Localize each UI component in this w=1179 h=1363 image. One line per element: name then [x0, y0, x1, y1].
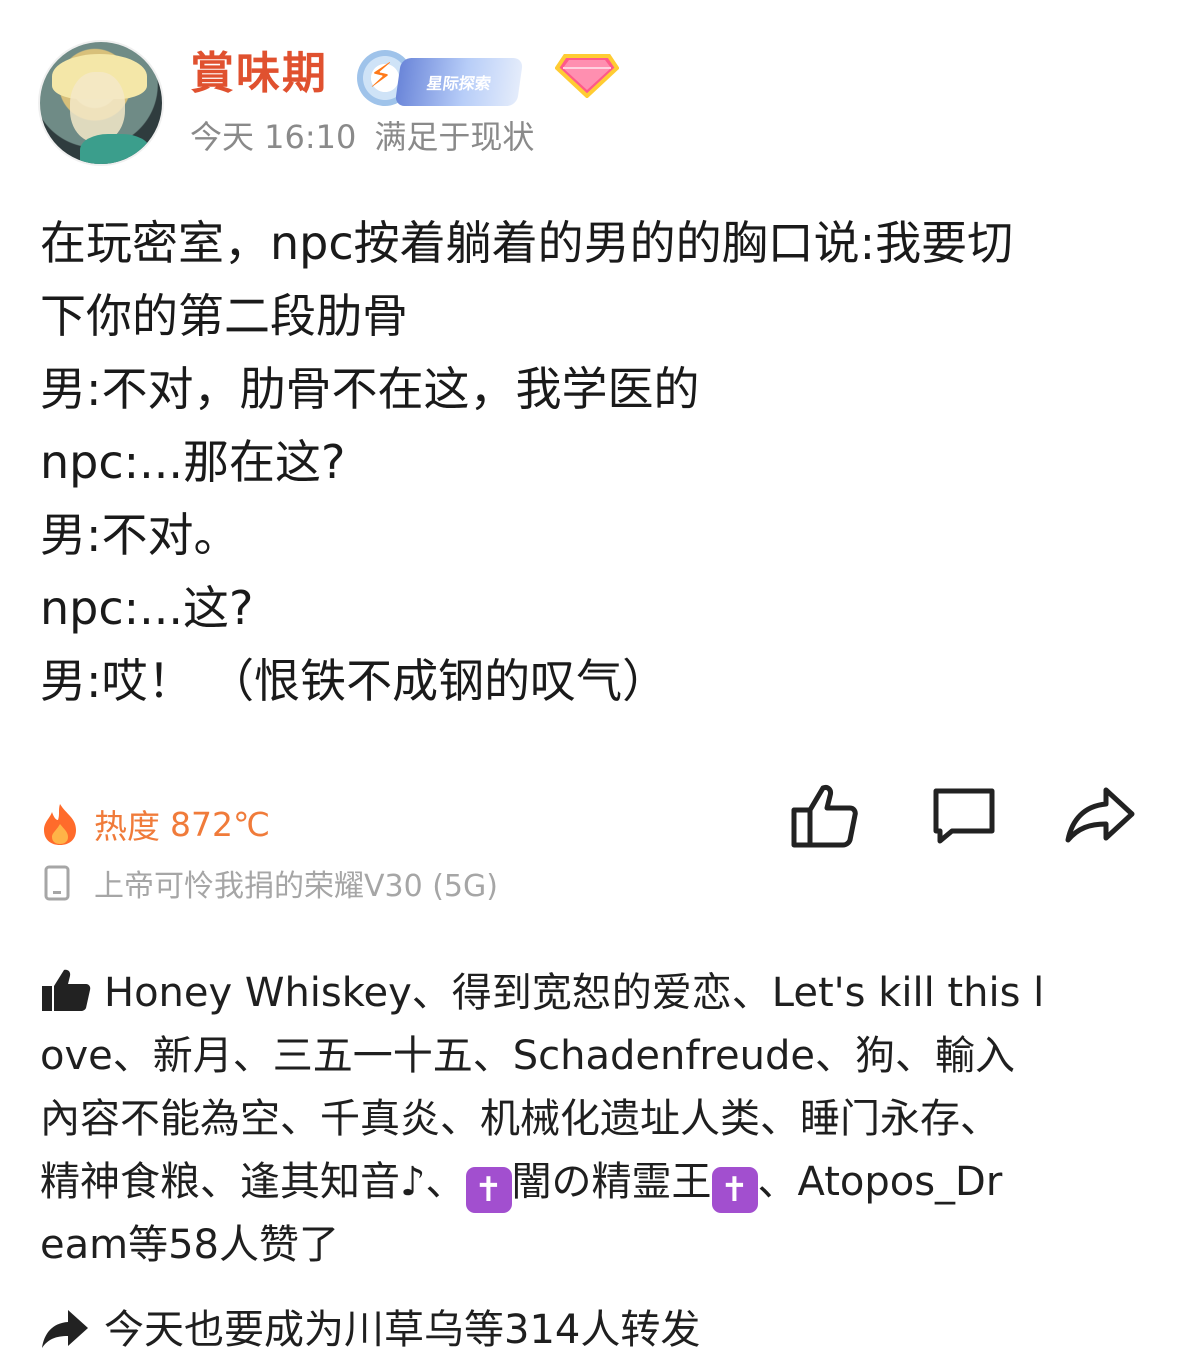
bat-icon — [130, 44, 152, 54]
content-line: 在玩密室，npc按着躺着的男的的胸口说:我要切 — [40, 216, 1014, 270]
author-avatar[interactable] — [38, 40, 164, 166]
heat-indicator: 热度 872℃ — [40, 799, 270, 849]
content-line: npc:...这? — [40, 581, 254, 635]
reposts-text: 今天也要成为川草乌等314人转发 — [104, 1307, 701, 1353]
reposts-summary[interactable]: 今天也要成为川草乌等314人转发 — [40, 1302, 700, 1358]
likes-text[interactable]: 內容不能為空、千真炎、机械化遗址人类、睡门永存、 — [40, 1088, 1140, 1151]
likes-text[interactable]: 、Atopos_Dr — [758, 1159, 1003, 1205]
likes-text[interactable]: ove、新月、三五一十五、Schadenfreude、狗、輸入 — [40, 1025, 1140, 1088]
likes-list: Honey Whiskey、得到宽恕的爱恋、Let's kill this l … — [40, 962, 1140, 1277]
content-line: 下你的第二段肋骨 — [40, 289, 408, 343]
cross-icon: ✝ — [465, 1167, 512, 1213]
share-icon — [42, 1310, 88, 1348]
bat-icon — [40, 50, 60, 60]
likes-line: 精神食粮、逢其知音♪、 ✝ 闇の精霊王 ✝ 、Atopos_Dr — [40, 1151, 1140, 1214]
share-button[interactable] — [1060, 780, 1140, 850]
author-badge[interactable]: 星际探索 — [394, 58, 524, 106]
likes-summary[interactable]: eam等58人赞了 — [40, 1214, 1140, 1277]
likes-user-name[interactable]: 闇の精霊王 — [512, 1159, 712, 1205]
thumbs-up-icon — [791, 785, 858, 848]
post-meta: 今天 16:10 满足于现状 — [190, 115, 534, 159]
flame-icon — [44, 804, 76, 845]
likes-line: Honey Whiskey、得到宽恕的爱恋、Let's kill this l — [40, 962, 1140, 1025]
avatar-face — [70, 72, 125, 142]
content-line: 男:不对。 — [40, 508, 240, 562]
post-time: 今天 16:10 — [190, 118, 357, 156]
cross-icon: ✝ — [711, 1167, 758, 1213]
comment-icon — [933, 788, 995, 844]
post-content: 在玩密室，npc按着躺着的男的的胸口说:我要切 下你的第二段肋骨 男:不对，肋骨… — [40, 207, 1150, 718]
device-name: 上帝可怜我捐的荣耀V30 (5G) — [94, 869, 498, 904]
thumbs-up-icon — [42, 969, 91, 1011]
heat-label: 热度 — [94, 807, 160, 846]
share-icon — [1065, 787, 1135, 843]
phone-icon — [44, 865, 70, 901]
content-line: 男:哎！ （恨铁不成钢的叹气） — [40, 654, 669, 708]
like-button[interactable] — [784, 780, 864, 850]
author-name[interactable]: 賞味期 — [190, 48, 328, 100]
heat-value: 872℃ — [170, 804, 271, 844]
content-line: npc:...那在这? — [40, 435, 346, 489]
likes-text[interactable]: 精神食粮、逢其知音♪、 — [40, 1159, 466, 1205]
likes-text[interactable]: Honey Whiskey、得到宽恕的爱恋、Let's kill this l — [104, 970, 1044, 1016]
post-device[interactable]: 上帝可怜我捐的荣耀V30 (5G) — [44, 860, 498, 906]
diamond-icon[interactable] — [555, 50, 619, 98]
comment-button[interactable] — [924, 780, 1004, 850]
content-line: 男:不对，肋骨不在这，我学医的 — [40, 362, 700, 416]
avatar-shirt — [80, 134, 150, 164]
post-source[interactable]: 满足于现状 — [374, 118, 534, 156]
